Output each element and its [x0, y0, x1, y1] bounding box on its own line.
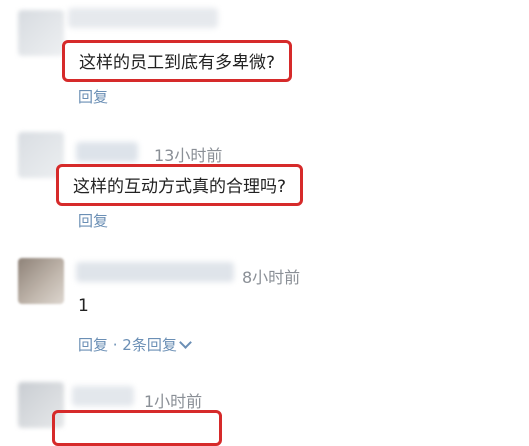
username-blurred[interactable] — [76, 142, 138, 162]
chevron-down-icon[interactable] — [178, 336, 192, 349]
username-blurred[interactable] — [76, 262, 234, 282]
reply-label[interactable]: 回复 · 2条回复 — [78, 336, 177, 354]
comment-text: 1 — [78, 296, 89, 316]
avatar[interactable] — [18, 10, 64, 56]
avatar[interactable] — [18, 258, 64, 304]
comment-text: 这样的互动方式真的合理吗? — [56, 164, 304, 206]
timestamp: 13小时前 — [154, 146, 223, 165]
timestamp: 8小时前 — [242, 268, 301, 287]
comment-text: 这样的员工到底有多卑微? — [62, 40, 293, 82]
highlight-box — [52, 410, 222, 446]
username-blurred[interactable] — [72, 386, 134, 406]
username-blurred[interactable] — [68, 8, 218, 28]
reply-button[interactable]: 回复 — [78, 210, 108, 231]
reply-link[interactable]: 回复 · 2条回复 — [78, 334, 192, 355]
timestamp: 1小时前 — [144, 392, 203, 411]
reply-button[interactable]: 回复 — [78, 86, 108, 107]
